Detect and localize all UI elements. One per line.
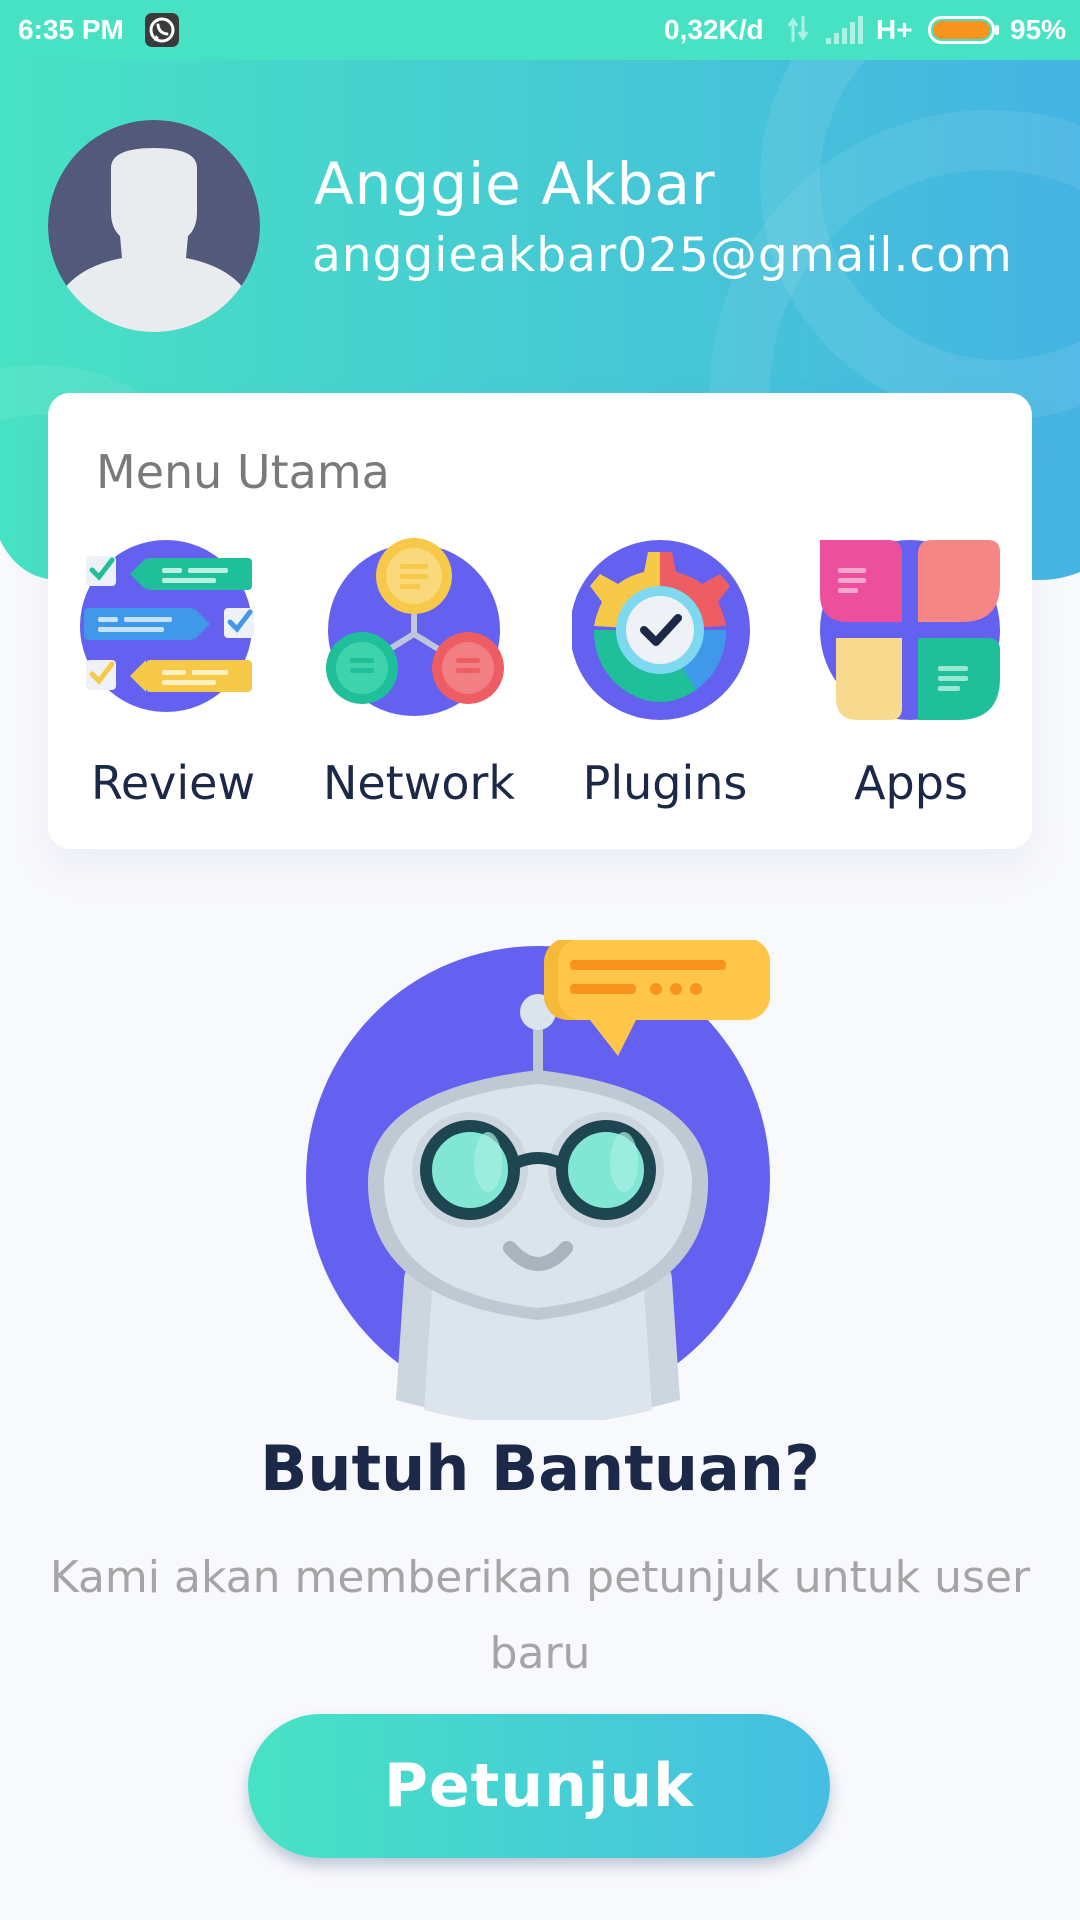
profile-email: anggieakbar025@gmail.com [312,228,1013,283]
status-time: 6:35 PM [18,14,124,45]
review-icon [80,540,254,712]
network-speed: 0,32K/d [664,14,764,45]
menu-item-label: Review [90,756,256,810]
menu-item-plugins[interactable]: Plugins [542,538,788,810]
menu-item-network[interactable]: Network [296,538,542,810]
menu-item-apps[interactable]: Apps [788,538,1034,810]
signal-icon [826,16,863,44]
menu-title: Menu Utama [96,445,390,499]
main-menu-card: Menu Utama Review Network Plugins Apps [48,393,1032,849]
menu-item-label: Apps [854,756,968,810]
profile-name: Anggie Akbar [314,150,716,218]
user-silhouette-icon [48,120,260,332]
network-type: H+ [876,14,913,45]
status-bar: 6:35 PM 0,32K/d H+ 95% [0,0,1080,60]
robot-illustration [306,940,770,1420]
help-title: Butuh Bantuan? [260,1432,820,1505]
battery-icon [928,16,999,44]
help-description: Kami akan memberikan petunjuk untuk user… [49,1552,1031,1679]
network-icon [326,538,504,716]
menu-item-label: Network [322,756,516,810]
guide-button[interactable]: Petunjuk [248,1714,830,1858]
plugins-icon [572,540,750,720]
apps-icon [820,540,1000,720]
whatsapp-icon [145,13,179,47]
data-transfer-icon [787,16,809,42]
menu-item-review[interactable]: Review [50,538,296,810]
avatar[interactable] [48,120,260,332]
menu-item-label: Plugins [582,756,748,810]
battery-percent: 95% [1010,14,1067,45]
